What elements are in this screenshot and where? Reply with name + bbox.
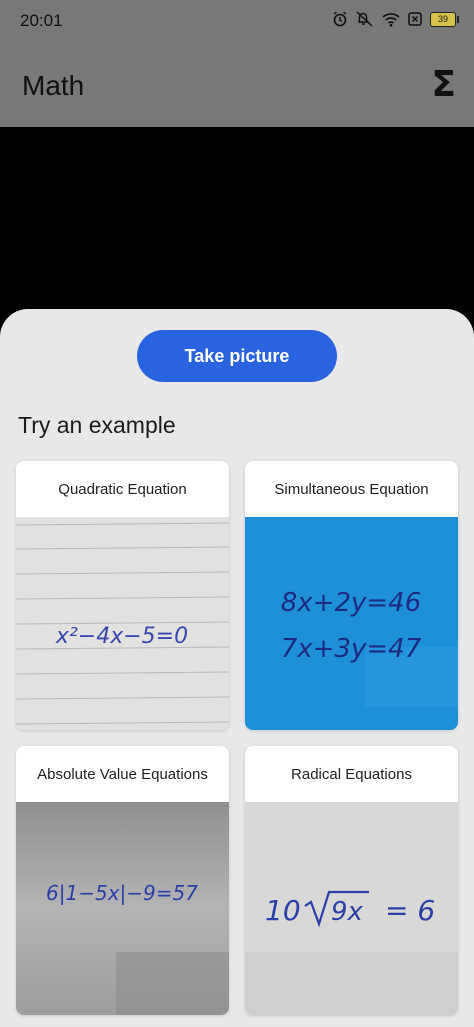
status-icons: 39: [332, 11, 459, 27]
app-bar: Math Σ: [0, 44, 474, 127]
example-card-radical[interactable]: Radical Equations 10 9x = 6: [245, 746, 458, 1015]
card-title: Radical Equations: [291, 765, 412, 783]
radical-radicand-text: 9x: [331, 897, 364, 927]
simultaneous-line2-text: 7x+3y=47: [281, 634, 422, 664]
battery-icon: 39: [430, 11, 459, 27]
simultaneous-example-image: 8x+2y=46 7x+3y=47: [245, 517, 458, 730]
example-card-simultaneous[interactable]: Simultaneous Equation 8x+2y=46 7x+3y=47: [245, 461, 458, 730]
simultaneous-line1-text: 8x+2y=46: [281, 588, 422, 618]
app-title: Math: [22, 70, 85, 101]
example-card-quadratic[interactable]: Quadratic Equation x²−4x−5=0: [16, 461, 229, 730]
camera-preview: [0, 127, 474, 327]
mute-icon: [356, 11, 374, 27]
radical-example-image: 10 9x = 6: [245, 802, 458, 1015]
wifi-icon: [382, 12, 400, 27]
example-card-absolute-value[interactable]: Absolute Value Equations 6|1−5x|−9=57: [16, 746, 229, 1015]
take-picture-button[interactable]: Take picture: [137, 330, 337, 382]
absolute-value-example-image: 6|1−5x|−9=57: [16, 802, 229, 1015]
card-title: Simultaneous Equation: [274, 480, 429, 498]
card-title: Absolute Value Equations: [37, 765, 208, 783]
status-time: 20:01: [20, 11, 63, 30]
sim-x-icon: [408, 12, 422, 26]
alarm-icon: [332, 11, 348, 27]
examples-heading: Try an example: [18, 412, 176, 438]
card-title: Quadratic Equation: [58, 480, 187, 498]
quadratic-example-image: x²−4x−5=0: [16, 517, 229, 730]
quadratic-equation-text: x²−4x−5=0: [55, 624, 188, 649]
radical-suffix-text: = 6: [385, 894, 435, 927]
bottom-sheet: Take picture Try an example Quadratic Eq…: [0, 309, 474, 1027]
absolute-value-equation-text: 6|1−5x|−9=57: [46, 881, 198, 905]
sigma-icon[interactable]: Σ: [431, 64, 456, 105]
radical-prefix-text: 10: [265, 894, 301, 927]
status-bar: 20:01 39: [0, 0, 474, 44]
